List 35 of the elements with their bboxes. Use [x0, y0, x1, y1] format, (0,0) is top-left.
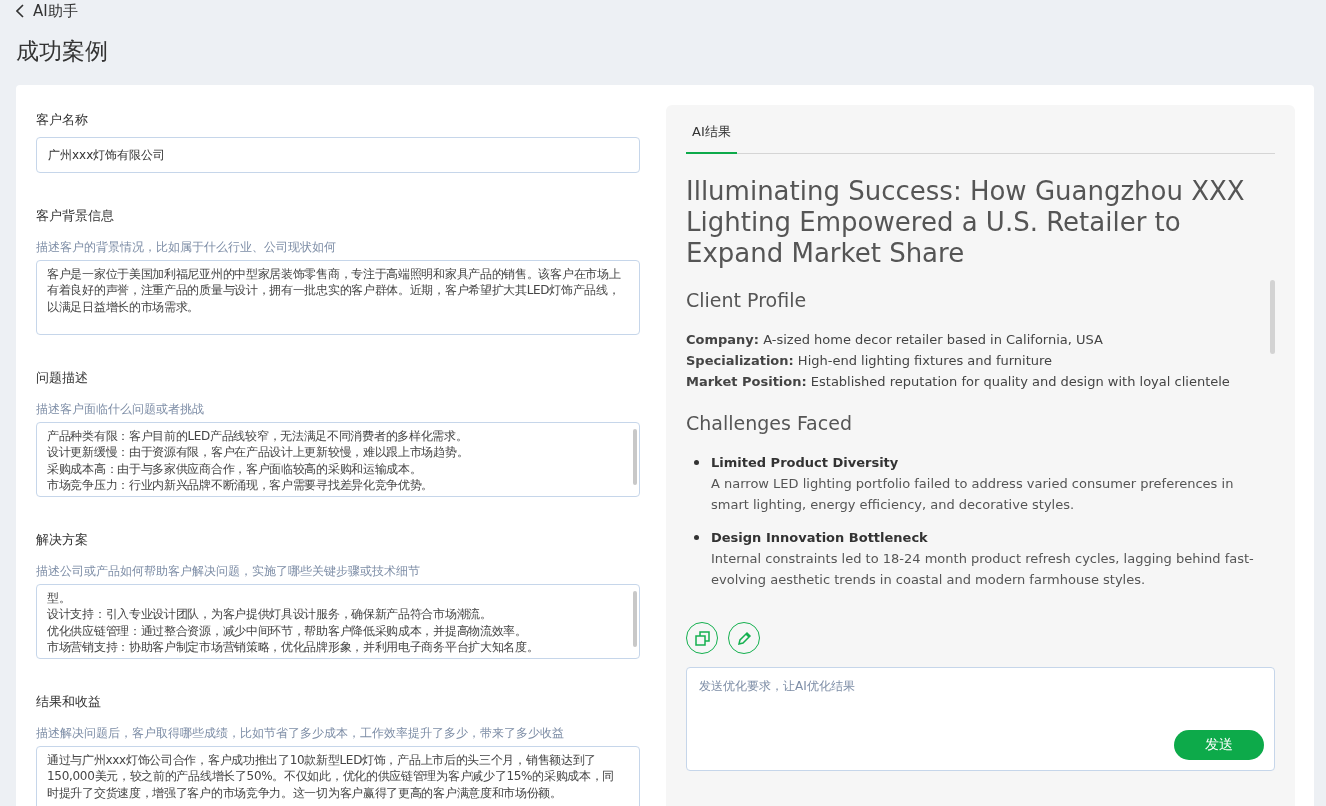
result-title: Illuminating Success: How Guangzhou XXX Lighting Empowered a U.S. Retailer to Expand Market Share: [686, 176, 1246, 269]
field-label: 解决方案: [36, 531, 89, 549]
section-heading: Challenges Faced: [686, 412, 853, 434]
bullet-icon: [694, 535, 699, 540]
scrollbar[interactable]: [633, 429, 637, 485]
tab[interactable]: AI结果: [686, 113, 737, 154]
profile-line: Market Position: Established reputation for quality and design with loyal clientele: [686, 373, 1231, 391]
input-field[interactable]: 广州xxx灯饰有限公司: [36, 137, 640, 173]
bullet-icon: [694, 460, 699, 465]
back-icon: [16, 4, 25, 18]
field-hint: 描述客户面临什么问题或者挑战: [36, 401, 205, 418]
challenge-title: Limited Product Diversity: [711, 454, 900, 472]
text-area[interactable]: 产品种类有限：客户目前的LED产品线较窄，无法满足不同消费者的多样化需求。 设计更新缓慢：由于资源有限，客户在产品设计上更新较慢，难以跟上市场趋势。 采购成本高：由于与多家供应商合作，客户面临较高的采购和运输成本。 市场竞争压力：行业内新兴品牌不断涌现，客户需要寻找差异化竞争优势。: [36, 422, 640, 497]
field-label: 客户名称: [36, 111, 89, 129]
text-area[interactable]: 型。 设计支持：引入专业设计团队，为客户提供灯具设计服务，确保新产品符合市场潮流。 优化供应链管理：通过整合资源，减少中间环节，帮助客户降低采购成本，并提高物流效率。 市场营销支持：协助客户制定市场营销策略，优化品牌形象，并利用电子商务平台扩大知名度。: [36, 584, 640, 659]
challenge-title: Design Innovation Bottleneck: [711, 529, 929, 547]
field-label: 结果和收益: [36, 693, 102, 711]
field-label: 客户背景信息: [36, 207, 115, 225]
challenge-text: A narrow LED lighting portfolio failed to address varied consumer preferences in smart lighting, energy efficiency, and decorative styles.: [711, 475, 1235, 514]
field-label: 问题描述: [36, 369, 89, 387]
text-area[interactable]: 客户是一家位于美国加利福尼亚州的中型家居装饰零售商，专注于高端照明和家具产品的销售。该客户在市场上有着良好的声誉，注重产品的质量与设计，拥有一批忠实的客户群体。近期，客户希望扩大其LED灯饰产品线，以满足日益增长的市场需求。: [36, 260, 640, 335]
profile-line: Company: A-sized home decor retailer based in California, USA: [686, 331, 1104, 349]
field-hint: 描述客户的背景情况，比如属于什么行业、公司现状如何: [36, 239, 337, 256]
profile-line: Specialization: High-end lighting fixtures and furniture: [686, 352, 1054, 370]
challenge-text: Internal constraints led to 18-24 month product refresh cycles, lagging behind fast-evolving aesthetic trends in coastal and modern farmhouse styles.: [711, 550, 1255, 589]
field-hint: 描述解决问题后，客户取得哪些成绩，比如节省了多少成本，工作效率提升了多少，带来了多少收益: [36, 725, 565, 742]
pencil-icon: [736, 630, 752, 646]
back-button[interactable]: AI助手: [16, 0, 78, 22]
page-title: 成功案例: [16, 37, 109, 66]
section-heading: Client Profile: [686, 289, 808, 311]
scrollbar[interactable]: [633, 591, 637, 647]
field-hint: 描述公司或产品如何帮助客户解决问题，实施了哪些关键步骤或技术细节: [36, 563, 421, 580]
scrollbar[interactable]: [1270, 280, 1275, 354]
text-area[interactable]: 通过与广州xxx灯饰公司合作，客户成功推出了10款新型LED灯饰，产品上市后的头三个月，销售额达到了150,000美元，较之前的产品线增长了50%。不仅如此，优化的供应链管理为客户减少了15%的采购成本，同时提升了交货速度，增强了客户的市场竞争力。这一切为客户赢得了更高的客户满意度和市场份额。: [36, 746, 640, 806]
copy-icon: [694, 630, 710, 646]
